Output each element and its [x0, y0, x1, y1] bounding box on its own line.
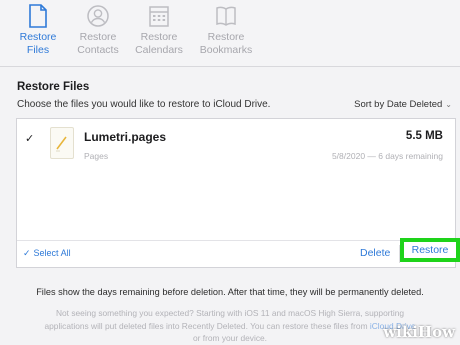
- tab-label: Restore: [140, 31, 178, 43]
- file-name: Lumetri.pages: [84, 130, 167, 144]
- select-all-label: Select All: [33, 248, 71, 258]
- pages-file-icon: [50, 127, 74, 159]
- delete-button[interactable]: Delete: [360, 247, 390, 259]
- tab-label: Bookmarks: [199, 44, 253, 56]
- panel-subtitle: Choose the files you would like to resto…: [17, 99, 271, 110]
- file-size: 5.5 MB: [405, 130, 443, 142]
- book-icon: [214, 4, 238, 33]
- contacts-icon: [86, 4, 110, 33]
- tab-restore-contacts[interactable]: Restore Contacts: [67, 0, 129, 66]
- tab-label: Restore: [79, 31, 117, 43]
- file-list: ✓ Lumetri.pages Pages 5.5 MB 5/8/2020 — …: [16, 118, 460, 268]
- fine-print-text: Not seeing something you expected? Start…: [44, 308, 405, 331]
- tab-label: Contacts: [77, 44, 119, 56]
- panel-title: Restore Files: [17, 81, 90, 93]
- tab-restore-bookmarks[interactable]: Restore Bookmarks: [195, 0, 257, 66]
- tab-bar: Restore Files Restore Contacts Restore Cale…: [0, 0, 460, 67]
- tab-label: Restore: [207, 31, 245, 43]
- fine-print: Not seeing something you expected? Start…: [44, 307, 416, 345]
- tab-label: Calendars: [135, 44, 183, 56]
- restore-button[interactable]: Restore: [400, 238, 460, 262]
- fine-print-text: or from your device.: [192, 333, 267, 343]
- chevron-down-icon: ⌄: [445, 100, 452, 109]
- tab-restore-calendars[interactable]: Restore Calendars: [128, 0, 190, 66]
- select-all-button[interactable]: ✓ Select All: [23, 248, 71, 259]
- deletion-info-text: Files show the days remaining before del…: [36, 287, 424, 297]
- list-footer: ✓ Select All Delete Restore: [17, 238, 460, 267]
- file-icon: [27, 4, 49, 33]
- tab-restore-files[interactable]: Restore Files: [7, 0, 69, 66]
- checkmark-icon: ✓: [23, 248, 31, 258]
- sort-label: Sort by Date Deleted: [354, 99, 443, 110]
- file-kind: Pages: [84, 151, 109, 161]
- calendar-icon: [148, 4, 170, 33]
- wikihow-watermark: wikiHow: [383, 323, 455, 341]
- restore-files-panel: Restore Files Choose the files you would…: [0, 67, 460, 345]
- checkmark-icon[interactable]: ✓: [25, 132, 34, 145]
- file-row[interactable]: ✓ Lumetri.pages Pages 5.5 MB 5/8/2020 — …: [17, 119, 455, 171]
- file-deleted-date: 5/8/2020 — 6 days remaining: [331, 151, 443, 161]
- sort-dropdown[interactable]: Sort by Date Deleted ⌄: [354, 99, 452, 110]
- tab-label: Files: [26, 44, 50, 56]
- tab-label: Restore: [19, 31, 57, 43]
